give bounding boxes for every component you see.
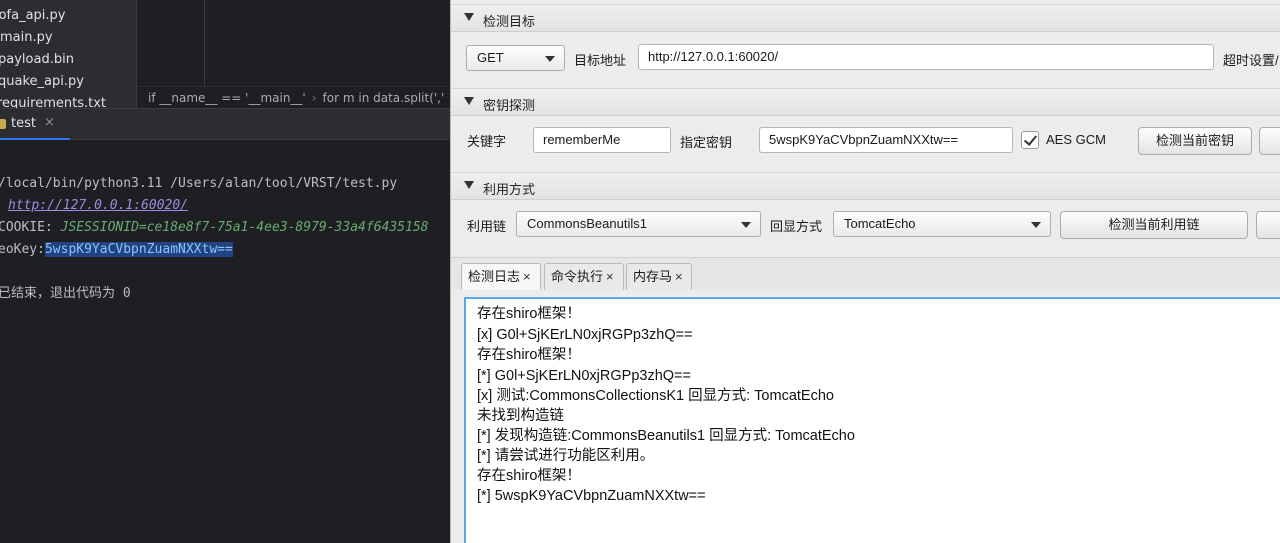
target-url-input[interactable]: http://127.0.0.1:60020/ [638, 44, 1214, 70]
url-label: 目标地址 [574, 53, 627, 68]
log-line: [*] 发现构造链:CommonsBeanutils1 回显方式: Tomcat… [477, 428, 855, 444]
collapse-triangle-icon[interactable] [464, 97, 474, 105]
close-icon[interactable]: × [675, 269, 683, 284]
console-line: /local/bin/python3.11 /Users/alan/tool/V… [0, 176, 398, 191]
project-file[interactable]: quake_api.py [0, 71, 84, 93]
section-title: 密钥探测 [483, 98, 536, 113]
section-header-target[interactable]: 检测目标 [451, 4, 1280, 32]
tab-bar: 检测日志 × 命令执行 × 内存马 × [451, 257, 1280, 290]
console-value: JSESSIONID=ce18e8f7-75a1-4ee3-8979-33a4f… [60, 220, 429, 235]
timeout-label: 超时设置/ [1223, 53, 1279, 68]
log-line: [*] G0l+SjKErLN0xjRGPp3zhQ== [477, 368, 691, 384]
chevron-down-icon [1031, 222, 1041, 228]
breadcrumb: if __name__ == '__main__' › for m in data.… [138, 86, 450, 108]
tab-memshell[interactable]: 内存马 × [626, 263, 692, 290]
method-value: GET [477, 50, 504, 65]
echo-select[interactable]: TomcatEcho [833, 211, 1051, 237]
log-line: 存在shiro框架！ [477, 306, 581, 322]
project-file[interactable]: payload.bin [0, 49, 74, 71]
console-selected-text[interactable]: 5wspK9YaCVbpnZuamNXXtw== [44, 242, 233, 257]
aes-gcm-checkbox[interactable] [1021, 131, 1039, 149]
run-toolbar: test × [0, 108, 450, 140]
next-button[interactable] [1256, 211, 1280, 239]
keyword-input[interactable]: rememberMe [533, 127, 671, 153]
echo-label: 回显方式 [770, 219, 823, 234]
log-line: [*] 请尝试进行功能区利用。 [477, 448, 655, 464]
python-run-icon [0, 119, 6, 129]
panel-margin [451, 289, 464, 543]
chevron-right-icon: › [311, 91, 317, 105]
console-label: COOKIE: [0, 220, 61, 235]
console-line: 已结束，退出代码为 0 [0, 286, 131, 301]
editor-divider [204, 0, 205, 86]
tab-detect-log[interactable]: 检测日志 × [461, 263, 541, 290]
shiro-tool-window: 检测目标 GET 目标地址 http://127.0.0.1:60020/ 超时… [450, 0, 1280, 543]
close-icon[interactable]: × [606, 269, 614, 284]
console-line: eoKey:5wspK9YaCVbpnZuamNXXtw== [0, 240, 233, 260]
project-file[interactable]: main.py [0, 27, 53, 49]
tab-command-exec[interactable]: 命令执行 × [544, 263, 624, 290]
log-line: [x] 测试:CommonsCollectionsK1 回显方式: Tomcat… [477, 388, 834, 404]
section-header-key-probe[interactable]: 密钥探测 [451, 88, 1280, 116]
breadcrumb-item[interactable]: if __name__ == '__main__' [148, 91, 306, 105]
log-line: 存在shiro框架！ [477, 468, 581, 484]
console-link[interactable]: http://127.0.0.1:60020/ [8, 198, 188, 213]
chain-value: CommonsBeanutils1 [527, 216, 647, 231]
aes-gcm-label: AES GCM [1046, 132, 1106, 147]
collapse-triangle-icon[interactable] [464, 13, 474, 21]
check-key-button[interactable]: 检测当前密钥 [1138, 127, 1252, 155]
chain-select[interactable]: CommonsBeanutils1 [516, 211, 761, 237]
console-label: eoKey: [0, 242, 45, 257]
run-tab-test[interactable]: test × [0, 109, 70, 140]
keyword-label: 关键字 [467, 134, 507, 149]
log-line: 存在shiro框架！ [477, 347, 581, 363]
tab-label: 命令执行 [551, 269, 604, 284]
tab-label: 检测日志 [468, 269, 521, 284]
detect-log-textarea[interactable]: 存在shiro框架！ [x] G0l+SjKErLN0xjRGPp3zhQ== … [464, 297, 1280, 543]
echo-value: TomcatEcho [844, 216, 916, 231]
close-icon[interactable]: × [523, 269, 531, 284]
chain-label: 利用链 [467, 219, 507, 234]
close-icon[interactable]: × [44, 115, 55, 130]
ide-window: fofa_api.py main.py payload.bin quake_ap… [0, 0, 450, 543]
tab-label: 内存马 [633, 269, 673, 284]
run-tab-label: test [11, 116, 36, 131]
collapse-triangle-icon[interactable] [464, 181, 474, 189]
key-label: 指定密钥 [680, 135, 733, 150]
next-button[interactable] [1259, 127, 1280, 155]
project-file[interactable]: requirements.txt [0, 93, 106, 108]
log-line: 未找到构造链 [477, 408, 564, 424]
section-header-exploit[interactable]: 利用方式 [451, 172, 1280, 200]
section-title: 检测目标 [483, 14, 536, 29]
console-line: COOKIE: JSESSIONID=ce18e8f7-75a1-4ee3-89… [0, 218, 428, 238]
chevron-down-icon [741, 222, 751, 228]
method-select[interactable]: GET [466, 45, 565, 71]
section-title: 利用方式 [483, 182, 536, 197]
log-line: [*] 5wspK9YaCVbpnZuamNXXtw== [477, 488, 706, 504]
project-tree: fofa_api.py main.py payload.bin quake_ap… [0, 0, 137, 108]
key-input[interactable]: 5wspK9YaCVbpnZuamNXXtw== [759, 127, 1013, 153]
log-line: [x] G0l+SjKErLN0xjRGPp3zhQ== [477, 327, 693, 343]
run-console[interactable]: /local/bin/python3.11 /Users/alan/tool/V… [0, 140, 450, 543]
breadcrumb-item[interactable]: for m in data.split(',' [323, 91, 445, 105]
check-chain-button[interactable]: 检测当前利用链 [1060, 211, 1248, 239]
chevron-down-icon [545, 56, 555, 62]
project-file[interactable]: fofa_api.py [0, 5, 65, 27]
console-line: http://127.0.0.1:60020/ [8, 196, 188, 216]
